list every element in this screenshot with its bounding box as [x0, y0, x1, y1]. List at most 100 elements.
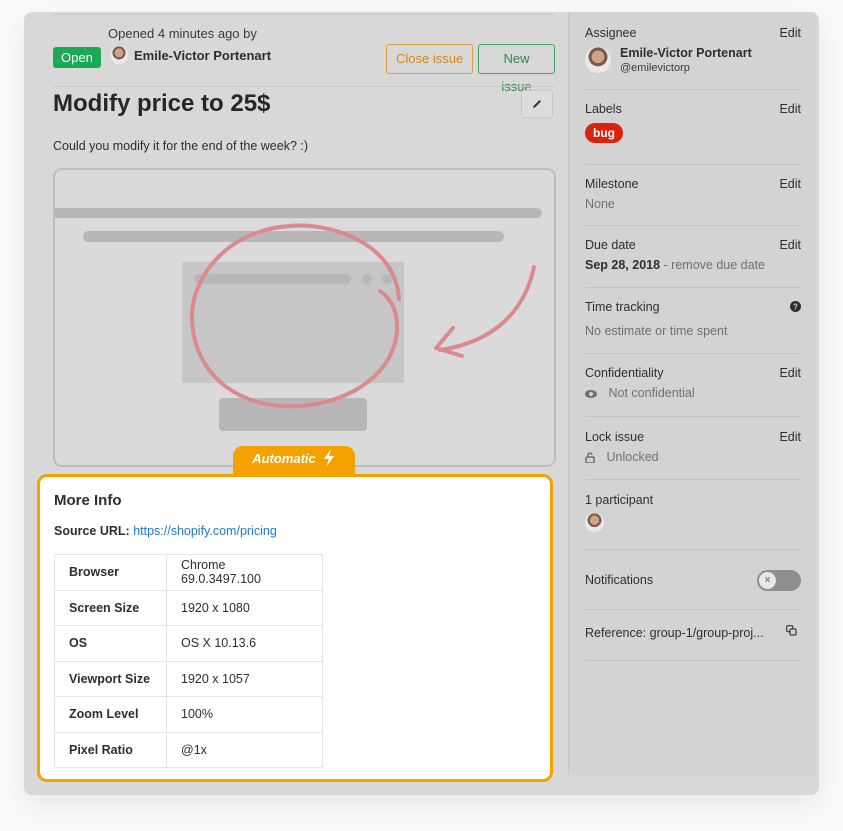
assignee-name: Emile-Victor Portenart	[620, 46, 752, 60]
unlock-icon	[585, 452, 595, 464]
participants-section: 1 participant	[585, 493, 801, 537]
row-value: Chrome 69.0.3497.100	[166, 554, 323, 591]
notifications-toggle[interactable]: ×	[757, 570, 801, 591]
divider	[585, 549, 801, 550]
divider	[585, 416, 801, 417]
edit-confidentiality-link[interactable]: Edit	[779, 366, 801, 380]
avatar	[110, 46, 128, 64]
row-value: 100%	[166, 696, 323, 733]
close-issue-button[interactable]: Close issue	[386, 44, 474, 74]
new-issue-button[interactable]: New issue	[478, 44, 555, 94]
close-icon: ×	[759, 572, 776, 589]
edit-labels-link[interactable]: Edit	[779, 102, 801, 116]
milestone-section: Milestone Edit None	[585, 177, 801, 211]
issue-title: Modify price to 25$	[53, 90, 271, 117]
status-badge: Open	[53, 47, 101, 68]
source-url-label: Source URL:	[54, 524, 130, 538]
milestone-value: None	[585, 197, 615, 211]
screenshot-illustration	[53, 168, 556, 467]
table-row: Pixel Ratio @1x	[54, 731, 323, 768]
row-key: Viewport Size	[54, 660, 167, 697]
time-tracking-value: No estimate or time spent	[585, 324, 728, 338]
edit-lock-link[interactable]: Edit	[779, 430, 801, 444]
divider	[585, 89, 801, 90]
copy-reference-button[interactable]	[786, 625, 797, 639]
table-row: Zoom Level 100%	[54, 696, 323, 733]
divider	[585, 225, 801, 226]
opened-text: Opened 4 minutes ago by	[108, 26, 257, 41]
lock-issue-section: Lock issue Edit Unlocked	[585, 430, 801, 464]
labels-section: Labels Edit bug	[585, 102, 801, 143]
labels-label: Labels	[585, 102, 622, 116]
automatic-tab: Automatic	[233, 446, 355, 476]
edit-milestone-link[interactable]: Edit	[779, 177, 801, 191]
more-info-panel: More Info Source URL: https://shopify.co…	[37, 474, 553, 782]
pencil-icon	[533, 100, 541, 108]
assignee-handle: @emilevictorp	[620, 62, 690, 74]
reference-label: Reference: group-1/group-proj...	[585, 626, 764, 640]
issue-header: Open Opened 4 minutes ago by Emile-Victo…	[53, 26, 555, 94]
divider	[585, 287, 801, 288]
row-value: @1x	[166, 731, 323, 768]
divider	[53, 14, 555, 15]
table-row: Viewport Size 1920 x 1057	[54, 660, 323, 697]
issue-sidebar: Assignee Edit Emile-Victor Portenart @em…	[568, 12, 816, 775]
label-bug[interactable]: bug	[585, 123, 623, 143]
assignee-user[interactable]: Emile-Victor Portenart @emilevictorp	[585, 46, 801, 74]
row-key: Zoom Level	[54, 696, 167, 733]
due-date-section: Due date Edit Sep 28, 2018 - remove due …	[585, 238, 801, 272]
copy-icon	[786, 625, 797, 636]
divider	[585, 164, 801, 165]
participants-label: 1 participant	[585, 493, 654, 507]
issue-main: Open Opened 4 minutes ago by Emile-Victo…	[24, 12, 568, 795]
source-url-row: Source URL: https://shopify.com/pricing	[54, 524, 277, 538]
confidentiality-section: Confidentiality Edit Not confidential	[585, 366, 801, 400]
assignee-section: Assignee Edit Emile-Victor Portenart @em…	[585, 26, 801, 74]
edit-assignee-link[interactable]: Edit	[779, 26, 801, 40]
row-value: 1920 x 1080	[166, 589, 323, 626]
lock-issue-label: Lock issue	[585, 430, 645, 444]
help-button[interactable]: ?	[790, 301, 801, 315]
lightning-bolt-icon	[323, 449, 334, 467]
time-tracking-label: Time tracking	[585, 300, 660, 314]
row-value: 1920 x 1057	[166, 660, 323, 697]
table-row: Browser Chrome 69.0.3497.100	[54, 554, 323, 591]
divider	[585, 479, 801, 480]
confidentiality-value: Not confidential	[608, 386, 695, 400]
edit-due-date-link[interactable]: Edit	[779, 238, 801, 252]
due-date-value: Sep 28, 2018	[585, 258, 661, 272]
divider	[585, 353, 801, 354]
author-name: Emile-Victor Portenart	[134, 47, 272, 63]
row-key: Browser	[54, 554, 167, 591]
author[interactable]: Emile-Victor Portenart	[110, 46, 271, 64]
automatic-label: Automatic	[252, 450, 316, 466]
issue-card: Open Opened 4 minutes ago by Emile-Victo…	[24, 12, 819, 795]
question-circle-icon: ?	[790, 301, 801, 312]
assignee-label: Assignee	[585, 26, 637, 40]
eye-icon	[585, 389, 597, 398]
divider	[585, 660, 801, 661]
avatar	[585, 47, 611, 73]
time-tracking-section: Time tracking ? No estimate or time spen…	[585, 300, 801, 338]
annotated-screenshot-image	[55, 208, 542, 431]
lock-issue-value: Unlocked	[606, 450, 659, 464]
confidentiality-label: Confidentiality	[585, 366, 664, 380]
row-key: Pixel Ratio	[54, 731, 167, 768]
table-row: Screen Size 1920 x 1080	[54, 589, 323, 626]
due-date-label: Due date	[585, 238, 636, 252]
milestone-label: Milestone	[585, 177, 639, 191]
table-row: OS OS X 10.13.6	[54, 625, 323, 662]
notifications-section: Notifications ×	[585, 570, 801, 591]
row-key: Screen Size	[54, 589, 167, 626]
row-key: OS	[54, 625, 167, 662]
environment-table: Browser Chrome 69.0.3497.100 Screen Size…	[54, 554, 323, 768]
source-url-link[interactable]: https://shopify.com/pricing	[133, 524, 277, 538]
row-value: OS X 10.13.6	[166, 625, 323, 662]
divider	[585, 609, 801, 610]
svg-text:?: ?	[793, 303, 798, 312]
more-info-title: More Info	[54, 492, 122, 509]
edit-title-button[interactable]	[521, 90, 553, 118]
participant-avatar[interactable]	[585, 513, 604, 532]
remove-due-date-link[interactable]: - remove due date	[664, 258, 765, 272]
reference-section: Reference: group-1/group-proj...	[585, 625, 801, 640]
